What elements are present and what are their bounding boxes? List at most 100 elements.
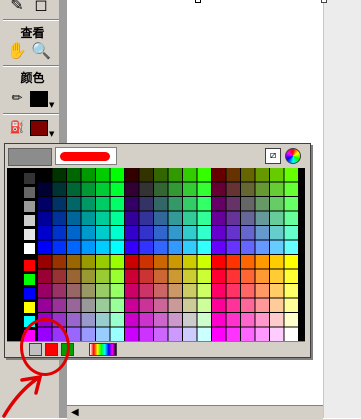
color-swatch[interactable] xyxy=(81,269,96,284)
color-swatch[interactable] xyxy=(241,284,255,298)
color-swatch[interactable] xyxy=(197,255,212,269)
color-swatch[interactable] xyxy=(212,182,226,197)
color-swatch[interactable] xyxy=(197,211,212,226)
color-swatch[interactable] xyxy=(154,197,168,211)
color-swatch[interactable] xyxy=(110,269,125,284)
color-swatch[interactable] xyxy=(110,284,125,298)
color-swatch[interactable] xyxy=(125,197,139,211)
color-swatch[interactable] xyxy=(255,226,270,240)
no-color-button[interactable]: ⧄ xyxy=(265,148,281,164)
color-swatch[interactable] xyxy=(270,298,284,313)
color-swatch[interactable] xyxy=(183,182,197,197)
color-swatch[interactable] xyxy=(154,226,168,240)
color-swatch[interactable] xyxy=(255,240,270,255)
color-swatch[interactable] xyxy=(284,327,299,342)
color-swatch[interactable] xyxy=(270,327,284,342)
color-swatch[interactable] xyxy=(226,197,241,211)
color-swatch[interactable] xyxy=(255,197,270,211)
color-swatch[interactable] xyxy=(241,269,255,284)
color-swatch[interactable] xyxy=(154,284,168,298)
color-swatch[interactable] xyxy=(125,255,139,269)
color-swatch[interactable] xyxy=(284,182,299,197)
color-swatch[interactable] xyxy=(125,269,139,284)
color-swatch[interactable] xyxy=(197,197,212,211)
color-swatch[interactable] xyxy=(197,327,212,342)
color-swatch[interactable] xyxy=(154,327,168,342)
color-swatch[interactable] xyxy=(270,284,284,298)
color-swatch[interactable] xyxy=(81,298,96,313)
color-swatch[interactable] xyxy=(270,255,284,269)
color-swatch[interactable] xyxy=(241,327,255,342)
color-swatch[interactable] xyxy=(81,240,96,255)
color-swatch[interactable] xyxy=(241,168,255,182)
color-swatch[interactable] xyxy=(270,313,284,327)
color-swatch[interactable] xyxy=(96,327,110,342)
color-swatch[interactable] xyxy=(241,226,255,240)
color-swatch[interactable] xyxy=(255,284,270,298)
color-swatch[interactable] xyxy=(241,211,255,226)
resize-handle[interactable] xyxy=(195,0,201,3)
color-swatch[interactable] xyxy=(226,284,241,298)
color-swatch[interactable] xyxy=(197,182,212,197)
color-swatch[interactable] xyxy=(81,226,96,240)
color-swatch[interactable] xyxy=(168,284,183,298)
color-swatch[interactable] xyxy=(212,255,226,269)
color-swatch[interactable] xyxy=(154,255,168,269)
color-swatch[interactable] xyxy=(96,168,110,182)
color-swatch[interactable] xyxy=(241,240,255,255)
color-swatch[interactable] xyxy=(168,298,183,313)
color-swatch[interactable] xyxy=(110,327,125,342)
color-swatch[interactable] xyxy=(125,226,139,240)
color-swatch[interactable] xyxy=(154,168,168,182)
color-swatch[interactable] xyxy=(96,284,110,298)
color-swatch[interactable] xyxy=(168,269,183,284)
color-swatch[interactable] xyxy=(125,240,139,255)
color-swatch[interactable] xyxy=(270,211,284,226)
color-swatch[interactable] xyxy=(270,182,284,197)
color-swatch[interactable] xyxy=(197,269,212,284)
color-swatch[interactable] xyxy=(226,211,241,226)
color-swatch[interactable] xyxy=(154,313,168,327)
color-swatch[interactable] xyxy=(110,182,125,197)
color-swatch[interactable] xyxy=(96,269,110,284)
color-swatch[interactable] xyxy=(270,240,284,255)
color-swatch[interactable] xyxy=(226,269,241,284)
color-swatch[interactable] xyxy=(241,197,255,211)
color-swatch[interactable] xyxy=(96,211,110,226)
color-swatch[interactable] xyxy=(226,255,241,269)
color-swatch[interactable] xyxy=(168,255,183,269)
color-swatch[interactable] xyxy=(284,313,299,327)
color-swatch[interactable] xyxy=(212,298,226,313)
color-swatch[interactable] xyxy=(96,226,110,240)
color-swatch[interactable] xyxy=(270,269,284,284)
color-swatch[interactable] xyxy=(255,182,270,197)
color-swatch[interactable] xyxy=(197,284,212,298)
color-swatch[interactable] xyxy=(241,255,255,269)
color-swatch[interactable] xyxy=(110,197,125,211)
color-swatch[interactable] xyxy=(139,168,154,182)
color-swatch[interactable] xyxy=(284,168,299,182)
color-swatch[interactable] xyxy=(183,197,197,211)
color-swatch[interactable] xyxy=(168,327,183,342)
color-swatch[interactable] xyxy=(183,269,197,284)
color-swatch[interactable] xyxy=(226,313,241,327)
color-swatch[interactable] xyxy=(168,211,183,226)
color-swatch[interactable] xyxy=(183,313,197,327)
color-swatch[interactable] xyxy=(168,182,183,197)
color-swatch[interactable] xyxy=(284,269,299,284)
color-swatch[interactable] xyxy=(212,197,226,211)
color-swatch[interactable] xyxy=(154,298,168,313)
color-swatch[interactable] xyxy=(212,313,226,327)
color-swatch[interactable] xyxy=(96,298,110,313)
color-swatch[interactable] xyxy=(96,182,110,197)
resize-handle[interactable] xyxy=(321,0,327,3)
color-swatch[interactable] xyxy=(125,284,139,298)
color-swatch[interactable] xyxy=(139,255,154,269)
color-swatch[interactable] xyxy=(154,269,168,284)
color-swatch[interactable] xyxy=(226,240,241,255)
color-swatch[interactable] xyxy=(226,298,241,313)
color-swatch[interactable] xyxy=(212,240,226,255)
color-swatch[interactable] xyxy=(110,255,125,269)
color-swatch[interactable] xyxy=(284,226,299,240)
color-swatch[interactable] xyxy=(183,327,197,342)
